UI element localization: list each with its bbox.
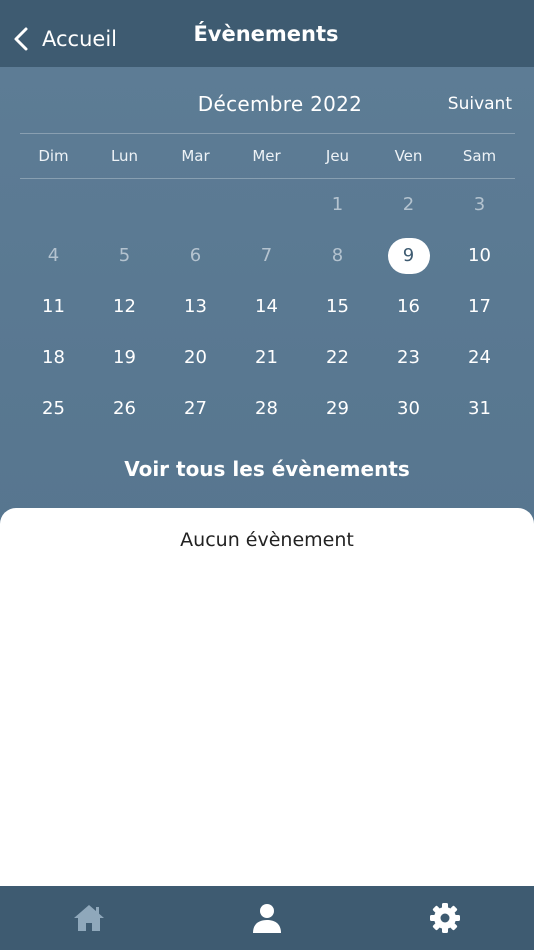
day-number: 6 <box>189 245 202 266</box>
page-title-text: Évènements <box>193 22 339 46</box>
next-month-button[interactable]: Suivant <box>448 94 512 114</box>
day-23[interactable]: 23 <box>373 332 444 383</box>
day-5[interactable]: 5 <box>89 230 160 281</box>
calendar: Décembre 2022 Suivant Dim Lun Mar Mer Jeu Ven… <box>0 67 534 527</box>
day-24[interactable]: 24 <box>444 332 515 383</box>
day-selected[interactable]: 9 <box>373 230 444 281</box>
day-number: 12 <box>113 296 136 317</box>
back-label: Accueil <box>42 27 117 51</box>
day-6[interactable]: 6 <box>160 230 231 281</box>
day-number: 28 <box>255 398 278 419</box>
day-28[interactable]: 28 <box>231 383 302 434</box>
day-number: 24 <box>468 347 491 368</box>
day-12[interactable]: 12 <box>89 281 160 332</box>
day-grid: 1 2 3 4 5 6 7 8 9 10 11 12 13 14 15 16 17 18 19 20 21 22 23 24 2… <box>18 179 515 434</box>
day-2[interactable]: 2 <box>373 179 444 230</box>
day-27[interactable]: 27 <box>160 383 231 434</box>
tab-profile[interactable] <box>178 886 356 950</box>
day-number: 20 <box>184 347 207 368</box>
day-number: 2 <box>402 194 415 215</box>
day-number: 3 <box>473 194 486 215</box>
day-number: 13 <box>184 296 207 317</box>
day-26[interactable]: 26 <box>89 383 160 434</box>
day-number: 17 <box>468 296 491 317</box>
chevron-left-icon <box>14 27 28 51</box>
day-10[interactable]: 10 <box>444 230 515 281</box>
empty-day-cell <box>160 179 231 230</box>
day-number: 18 <box>42 347 65 368</box>
day-19[interactable]: 19 <box>89 332 160 383</box>
day-number: 16 <box>397 296 420 317</box>
day-number: 30 <box>397 398 420 419</box>
day-number: 21 <box>255 347 278 368</box>
day-number: 15 <box>326 296 349 317</box>
day-18[interactable]: 18 <box>18 332 89 383</box>
day-31[interactable]: 31 <box>444 383 515 434</box>
weekday-mar: Mar <box>181 147 210 165</box>
day-16[interactable]: 16 <box>373 281 444 332</box>
weekday-mer: Mer <box>252 147 281 165</box>
day-29[interactable]: 29 <box>302 383 373 434</box>
day-21[interactable]: 21 <box>231 332 302 383</box>
weekday-jeu: Jeu <box>325 147 350 165</box>
day-number: 26 <box>113 398 136 419</box>
empty-day-cell <box>89 179 160 230</box>
weekday-lun: Lun <box>110 147 139 165</box>
day-15[interactable]: 15 <box>302 281 373 332</box>
day-number: 8 <box>331 245 344 266</box>
user-icon <box>253 904 281 933</box>
back-button[interactable]: Accueil <box>10 20 117 58</box>
day-14[interactable]: 14 <box>231 281 302 332</box>
day-number: 27 <box>184 398 207 419</box>
day-number: 22 <box>326 347 349 368</box>
day-7[interactable]: 7 <box>231 230 302 281</box>
day-number: 19 <box>113 347 136 368</box>
day-22[interactable]: 22 <box>302 332 373 383</box>
day-number: 4 <box>47 245 60 266</box>
gear-icon <box>430 903 460 933</box>
tab-bar <box>0 886 534 950</box>
weekday-ven: Ven <box>394 147 423 165</box>
day-11[interactable]: 11 <box>18 281 89 332</box>
weekday-header: Dim Lun Mar Mer Jeu Ven Sam <box>18 134 515 178</box>
day-number: 29 <box>326 398 349 419</box>
empty-day-cell <box>231 179 302 230</box>
tab-home[interactable] <box>0 886 178 950</box>
day-4[interactable]: 4 <box>18 230 89 281</box>
day-25[interactable]: 25 <box>18 383 89 434</box>
weekday-dim: Dim <box>38 147 69 165</box>
day-number: 11 <box>42 296 65 317</box>
weekday-sam: Sam <box>462 147 497 165</box>
day-1[interactable]: 1 <box>302 179 373 230</box>
day-number: 7 <box>260 245 273 266</box>
day-3[interactable]: 3 <box>444 179 515 230</box>
day-8[interactable]: 8 <box>302 230 373 281</box>
day-number: 23 <box>397 347 420 368</box>
day-number: 9 <box>387 237 430 274</box>
day-17[interactable]: 17 <box>444 281 515 332</box>
month-header: Décembre 2022 Suivant <box>0 67 534 133</box>
day-number: 14 <box>255 296 278 317</box>
nav-bar: Accueil Évènements <box>0 0 534 67</box>
day-number: 1 <box>331 194 344 215</box>
see-all-events-button[interactable]: Voir tous les évènements <box>0 457 534 481</box>
day-number: 31 <box>468 398 491 419</box>
events-panel: Aucun évènement <box>0 508 534 886</box>
day-13[interactable]: 13 <box>160 281 231 332</box>
day-number: 10 <box>468 245 491 266</box>
day-number: 5 <box>118 245 131 266</box>
empty-events-message: Aucun évènement <box>180 529 354 551</box>
day-20[interactable]: 20 <box>160 332 231 383</box>
tab-settings[interactable] <box>356 886 534 950</box>
home-icon <box>74 905 104 931</box>
empty-day-cell <box>18 179 89 230</box>
day-number: 25 <box>42 398 65 419</box>
day-30[interactable]: 30 <box>373 383 444 434</box>
